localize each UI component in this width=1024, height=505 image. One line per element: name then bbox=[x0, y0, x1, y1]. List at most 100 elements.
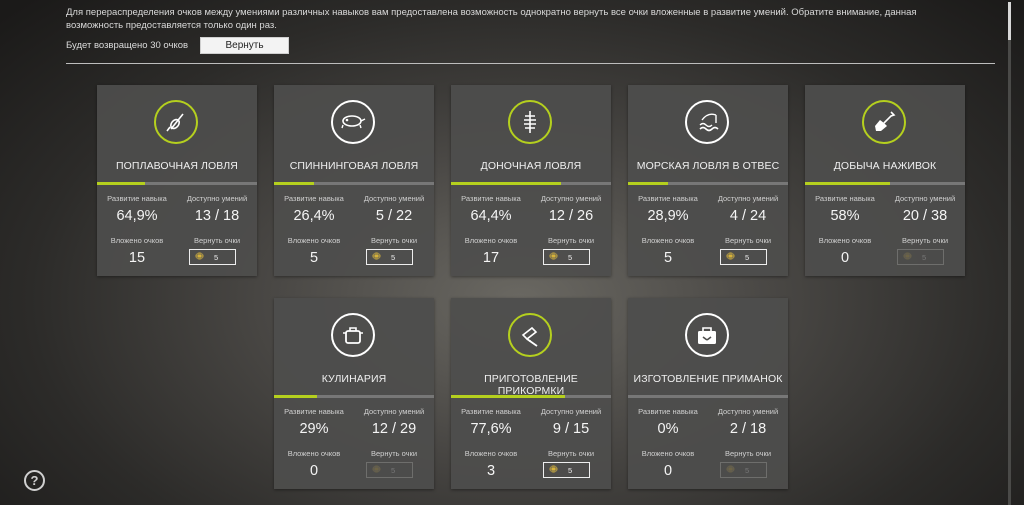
float-icon bbox=[166, 113, 184, 132]
pot-icon bbox=[343, 327, 363, 344]
skill-card[interactable]: ПРИГОТОВЛЕНИЕ ПРИКОРМКИ Развитие навыка … bbox=[451, 298, 611, 489]
scrollbar-thumb[interactable] bbox=[1008, 2, 1011, 40]
return-cost: 5 bbox=[922, 252, 927, 262]
invested-label: Вложено очков bbox=[287, 236, 341, 245]
coin-icon bbox=[367, 252, 391, 262]
lure-icon bbox=[341, 115, 366, 129]
return-points-button[interactable]: 5 bbox=[543, 249, 590, 265]
available-value: 13 / 18 bbox=[194, 208, 240, 224]
available-value: 5 / 22 bbox=[375, 208, 413, 224]
return-points-button[interactable]: 5 bbox=[189, 249, 236, 265]
available-label: Доступно умений bbox=[186, 194, 248, 203]
return-cost: 5 bbox=[391, 465, 396, 475]
skill-card[interactable]: КУЛИНАРИЯ Развитие навыка Доступно умени… bbox=[274, 298, 434, 489]
return-label: Вернуть очки bbox=[547, 449, 595, 458]
return-cost: 5 bbox=[745, 465, 750, 475]
progress-value: 64,9% bbox=[116, 208, 158, 224]
skill-progress-bar bbox=[97, 182, 257, 185]
header-divider bbox=[66, 63, 995, 64]
return-points-button: 5 bbox=[366, 462, 413, 478]
available-label: Доступно умений bbox=[894, 194, 956, 203]
invested-value: 0 bbox=[663, 463, 673, 479]
skill-progress-bar bbox=[451, 395, 611, 398]
invested-value: 5 bbox=[309, 250, 319, 266]
available-value: 12 / 26 bbox=[548, 208, 594, 224]
invested-value: 3 bbox=[486, 463, 496, 479]
skill-title: СПИННИНГОВАЯ ЛОВЛЯ bbox=[289, 160, 419, 172]
return-cost: 5 bbox=[568, 252, 573, 262]
skill-title: ДОНОЧНАЯ ЛОВЛЯ bbox=[480, 160, 582, 172]
available-label: Доступно умений bbox=[363, 407, 425, 416]
skill-icon-circle bbox=[331, 100, 375, 144]
info-text: Для перераспределения очков между умения… bbox=[66, 7, 917, 31]
return-points-button[interactable]: 5 bbox=[543, 462, 590, 478]
available-value: 20 / 38 bbox=[902, 208, 948, 224]
progress-value: 28,9% bbox=[647, 208, 689, 224]
coin-icon bbox=[721, 252, 745, 262]
return-cost: 5 bbox=[745, 252, 750, 262]
skill-icon-circle bbox=[685, 313, 729, 357]
refund-all-button[interactable]: Вернуть bbox=[200, 37, 290, 54]
available-value: 12 / 29 bbox=[371, 421, 417, 437]
invested-label: Вложено очков bbox=[464, 449, 518, 458]
return-label: Вернуть очки bbox=[547, 236, 595, 245]
return-cost: 5 bbox=[391, 252, 396, 262]
progress-label: Развитие навыка bbox=[638, 194, 698, 203]
skill-card[interactable]: СПИННИНГОВАЯ ЛОВЛЯ Развитие навыка Досту… bbox=[274, 85, 434, 276]
skill-icon-circle bbox=[154, 100, 198, 144]
return-label: Вернуть очки bbox=[370, 449, 418, 458]
skill-progress-bar bbox=[274, 395, 434, 398]
invested-label: Вложено очков bbox=[641, 236, 695, 245]
available-label: Доступно умений bbox=[717, 407, 779, 416]
skill-card[interactable]: МОРСКАЯ ЛОВЛЯ В ОТВЕС Развитие навыка До… bbox=[628, 85, 788, 276]
skill-card[interactable]: ПОПЛАВОЧНАЯ ЛОВЛЯ Развитие навыка Доступ… bbox=[97, 85, 257, 276]
progress-label: Развитие навыка bbox=[284, 194, 344, 203]
return-points-button[interactable]: 5 bbox=[720, 249, 767, 265]
refund-amount-text: Будет возвращено 30 очков bbox=[66, 40, 189, 51]
mixer-icon bbox=[521, 326, 538, 347]
skill-title: ДОБЫЧА НАЖИВОК bbox=[833, 160, 937, 172]
invested-label: Вложено очков bbox=[818, 236, 872, 245]
return-points-button: 5 bbox=[897, 249, 944, 265]
skill-card[interactable]: ИЗГОТОВЛЕНИЕ ПРИМАНОК Развитие навыка До… bbox=[628, 298, 788, 489]
coin-icon bbox=[721, 465, 745, 475]
help-icon[interactable]: ? bbox=[24, 470, 45, 491]
skill-card[interactable]: ДОНОЧНАЯ ЛОВЛЯ Развитие навыка Доступно … bbox=[451, 85, 611, 276]
return-label: Вернуть очки bbox=[724, 236, 772, 245]
skill-progress-bar bbox=[805, 182, 965, 185]
skill-icon-circle bbox=[508, 100, 552, 144]
refund-row: Будет возвращено 30 очков Вернуть bbox=[66, 37, 290, 54]
available-value: 4 / 24 bbox=[729, 208, 767, 224]
skill-progress-bar bbox=[628, 182, 788, 185]
return-label: Вернуть очки bbox=[724, 449, 772, 458]
skill-card[interactable]: ДОБЫЧА НАЖИВОК Развитие навыка Доступно … bbox=[805, 85, 965, 276]
invested-label: Вложено очков bbox=[464, 236, 518, 245]
progress-value: 26,4% bbox=[293, 208, 335, 224]
skill-progress-bar bbox=[274, 182, 434, 185]
available-label: Доступно умений bbox=[717, 194, 779, 203]
toolbox-icon bbox=[698, 327, 716, 344]
skill-progress-bar bbox=[628, 395, 788, 398]
invested-label: Вложено очков bbox=[641, 449, 695, 458]
skill-icon-circle bbox=[508, 313, 552, 357]
progress-value: 0% bbox=[657, 421, 679, 437]
coin-icon bbox=[898, 252, 922, 262]
skill-icon-circle bbox=[685, 100, 729, 144]
return-points-button[interactable]: 5 bbox=[366, 249, 413, 265]
available-value: 9 / 15 bbox=[552, 421, 590, 437]
progress-value: 58% bbox=[830, 208, 860, 224]
invested-value: 5 bbox=[663, 250, 673, 266]
skill-icon-circle bbox=[331, 313, 375, 357]
available-label: Доступно умений bbox=[540, 194, 602, 203]
skill-title: ИЗГОТОВЛЕНИЕ ПРИМАНОК bbox=[633, 373, 783, 385]
progress-value: 77,6% bbox=[470, 421, 512, 437]
progress-value: 29% bbox=[299, 421, 329, 437]
return-label: Вернуть очки bbox=[370, 236, 418, 245]
available-label: Доступно умений bbox=[363, 194, 425, 203]
progress-label: Развитие навыка bbox=[107, 194, 167, 203]
coin-icon bbox=[190, 252, 214, 262]
coin-icon bbox=[544, 465, 568, 475]
return-label: Вернуть очки bbox=[193, 236, 241, 245]
scrollbar-track[interactable] bbox=[1008, 30, 1011, 505]
return-points-button: 5 bbox=[720, 462, 767, 478]
